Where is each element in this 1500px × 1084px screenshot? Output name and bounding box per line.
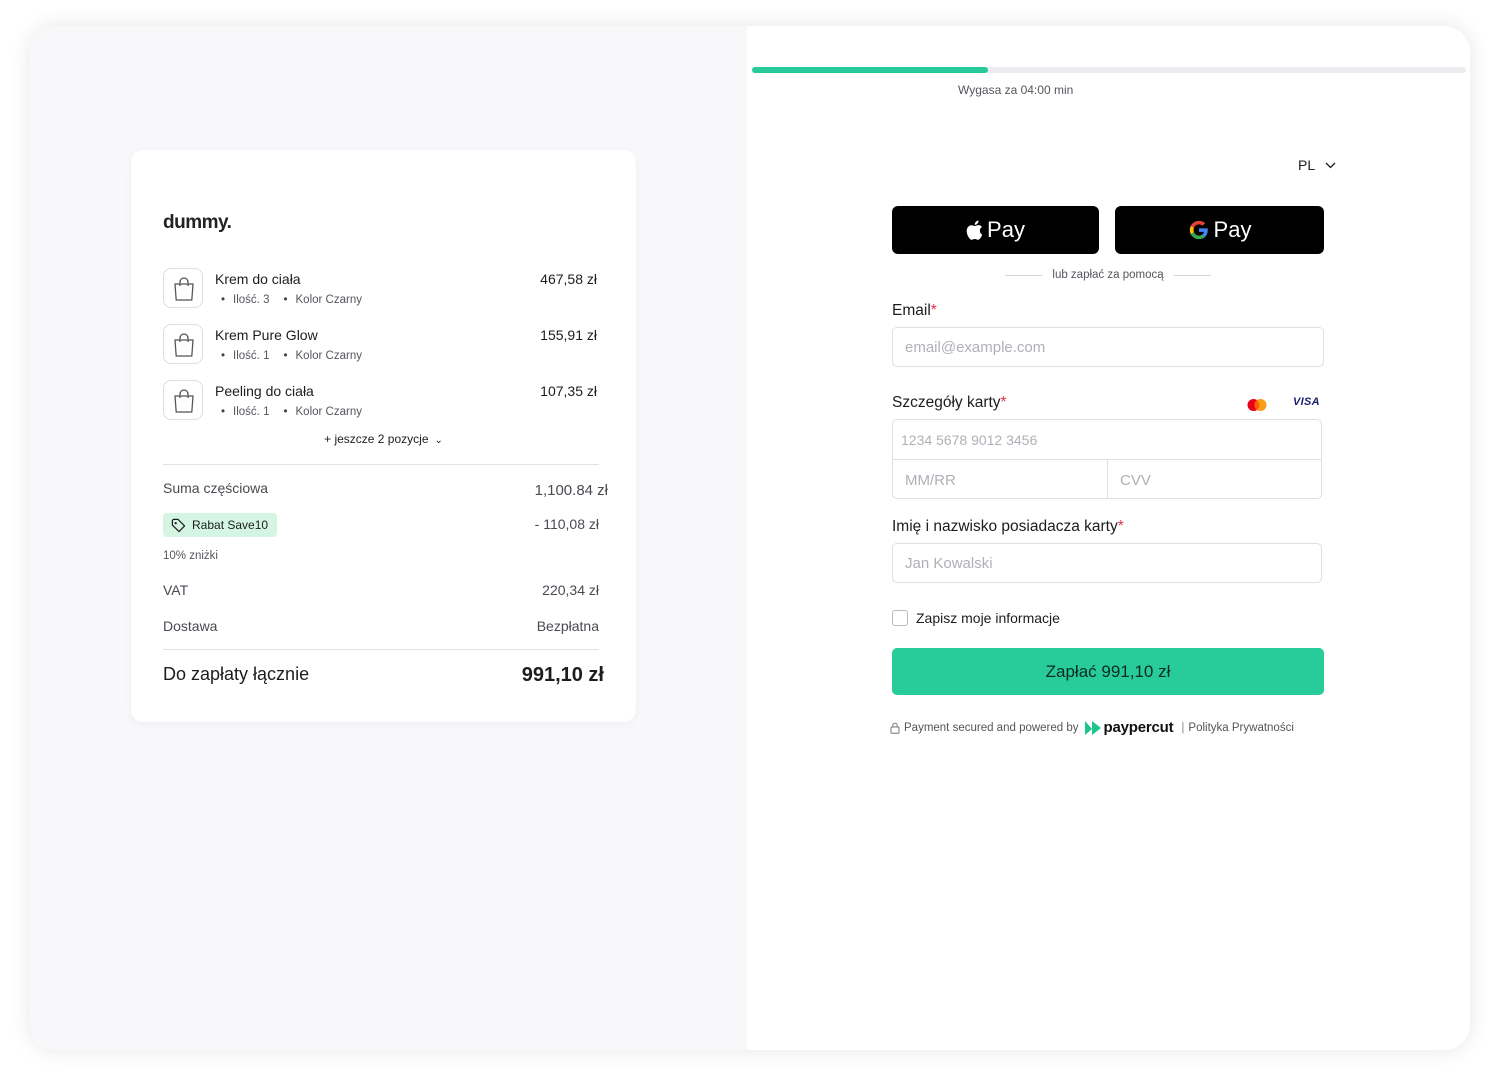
expiry-progress-fill: [752, 67, 988, 73]
tag-icon: [171, 518, 186, 532]
discount-value: - 110,08 zł: [534, 516, 599, 532]
shipping-value: Bezpłatna: [536, 618, 599, 634]
merchant-logo: dummy.: [163, 212, 232, 233]
item-color: Kolor Czarny: [283, 294, 362, 306]
chevron-down-icon: [1325, 162, 1336, 168]
required-mark: *: [930, 302, 937, 319]
discount-badge: Rabat Save10: [163, 513, 278, 537]
shipping-row: Dostawa Bezpłatna: [163, 618, 599, 634]
card-details-label: Szczegóły karty*: [892, 394, 1007, 412]
show-more-items-button[interactable]: + jeszcze 2 pozycje ⌄: [131, 432, 636, 446]
shopping-bag-icon: [174, 277, 194, 301]
paypercut-logo[interactable]: paypercut: [1084, 719, 1174, 736]
apple-pay-button[interactable]: Pay: [892, 206, 1099, 254]
separator: |: [1181, 721, 1185, 734]
mastercard-icon: [1247, 399, 1267, 411]
lock-icon: [890, 722, 900, 734]
card-expiry-field[interactable]: [893, 460, 1107, 498]
item-meta: Ilość. 1 Kolor Czarny: [221, 406, 362, 418]
item-meta: Ilość. 1 Kolor Czarny: [221, 350, 362, 362]
apple-logo-icon: [966, 220, 983, 240]
subtotal-label: Suma częściowa: [163, 480, 269, 496]
or-divider: lub zapłać za pomocą: [1005, 268, 1212, 282]
google-pay-button[interactable]: Pay: [1115, 206, 1324, 254]
divider-line: [1005, 274, 1043, 276]
required-mark: *: [1000, 394, 1007, 411]
or-divider-text: lub zapłać za pomocą: [1052, 269, 1164, 281]
total-label: Do zapłaty łącznie: [163, 664, 310, 684]
card-cvv-field[interactable]: [1108, 460, 1321, 498]
language-selector[interactable]: PL: [1298, 157, 1336, 173]
item-meta: Ilość. 3 Kolor Czarny: [221, 294, 362, 306]
cardholder-name-field[interactable]: [892, 543, 1322, 583]
payment-panel: Wygasa za 04:00 min PL Pay Pay lub zapła…: [747, 26, 1470, 1050]
vat-label: VAT: [163, 582, 189, 598]
checkbox-box[interactable]: [892, 610, 908, 626]
discount-note: 10% zniżki: [163, 550, 218, 562]
subtotal-value: 1,100.84 zł: [534, 482, 608, 499]
payment-footer: Payment secured and powered by paypercut…: [890, 719, 1294, 736]
secured-text: Payment secured and powered by: [904, 721, 1079, 734]
privacy-policy-link[interactable]: Polityka Prywatności: [1188, 722, 1293, 734]
subtotal-row: Suma częściowa 1,100.84 zł: [163, 480, 608, 499]
item-price: 155,91 zł: [540, 327, 597, 343]
item-color: Kolor Czarny: [283, 406, 362, 418]
email-field[interactable]: [892, 327, 1324, 367]
pay-button[interactable]: Zapłać 991,10 zł: [892, 648, 1324, 695]
item-color: Kolor Czarny: [283, 350, 362, 362]
cardholder-label: Imię i nazwisko posiadacza karty*: [892, 518, 1124, 536]
checkout-window: dummy. Krem do ciała 467,58 zł Ilość. 3 …: [30, 26, 1470, 1050]
chevron-down-icon: ⌄: [434, 435, 443, 446]
language-label: PL: [1298, 157, 1316, 173]
order-summary-card: dummy. Krem do ciała 467,58 zł Ilość. 3 …: [131, 150, 636, 722]
item-quantity: Ilość. 1: [221, 406, 269, 418]
visa-icon: VISA: [1293, 396, 1320, 408]
order-summary-panel: dummy. Krem do ciała 467,58 zł Ilość. 3 …: [30, 26, 747, 1050]
divider-line: [1173, 274, 1212, 276]
save-info-checkbox[interactable]: Zapisz moje informacje: [892, 610, 1060, 626]
google-logo-icon: [1189, 220, 1208, 240]
item-quantity: Ilość. 1: [221, 350, 269, 362]
save-info-label: Zapisz moje informacje: [916, 610, 1060, 626]
paypercut-logo-icon: [1084, 720, 1101, 735]
discount-code: Rabat Save10: [192, 518, 269, 532]
item-price: 467,58 zł: [540, 271, 597, 287]
item-quantity: Ilość. 3: [221, 294, 269, 306]
show-more-label: + jeszcze 2 pozycje: [324, 432, 429, 446]
shopping-bag-icon: [174, 389, 194, 413]
product-thumbnail: [163, 268, 203, 308]
item-name: Krem Pure Glow: [215, 327, 318, 343]
cart-item: Krem Pure Glow 155,91 zł Ilość. 1 Kolor …: [163, 324, 599, 368]
email-label-text: Email: [892, 302, 931, 319]
divider: [163, 649, 599, 650]
shipping-label: Dostawa: [163, 618, 218, 634]
item-name: Peeling do ciała: [215, 383, 314, 399]
expiry-timer: Wygasa za 04:00 min: [958, 83, 1074, 97]
card-input-group: [892, 419, 1322, 499]
email-label: Email*: [892, 302, 937, 320]
required-mark: *: [1117, 518, 1124, 535]
cart-item: Krem do ciała 467,58 zł Ilość. 3 Kolor C…: [163, 268, 599, 312]
apple-pay-label: Pay: [987, 217, 1025, 242]
item-name: Krem do ciała: [215, 271, 301, 287]
card-details-label-text: Szczegóły karty: [892, 394, 1001, 411]
provider-name: paypercut: [1103, 719, 1174, 736]
vat-value: 220,34 zł: [542, 582, 599, 598]
shopping-bag-icon: [174, 333, 194, 357]
divider: [163, 464, 599, 465]
product-thumbnail: [163, 380, 203, 420]
total-value: 991,10 zł: [521, 664, 604, 686]
card-number-field[interactable]: [893, 420, 1321, 459]
product-thumbnail: [163, 324, 203, 364]
vat-row: VAT 220,34 zł: [163, 582, 599, 598]
expiry-progress-bar: [752, 67, 1466, 73]
cardholder-label-text: Imię i nazwisko posiadacza karty: [892, 518, 1118, 535]
item-price: 107,35 zł: [540, 383, 597, 399]
cart-item: Peeling do ciała 107,35 zł Ilość. 1 Kolo…: [163, 380, 599, 424]
google-pay-label: Pay: [1213, 217, 1252, 242]
